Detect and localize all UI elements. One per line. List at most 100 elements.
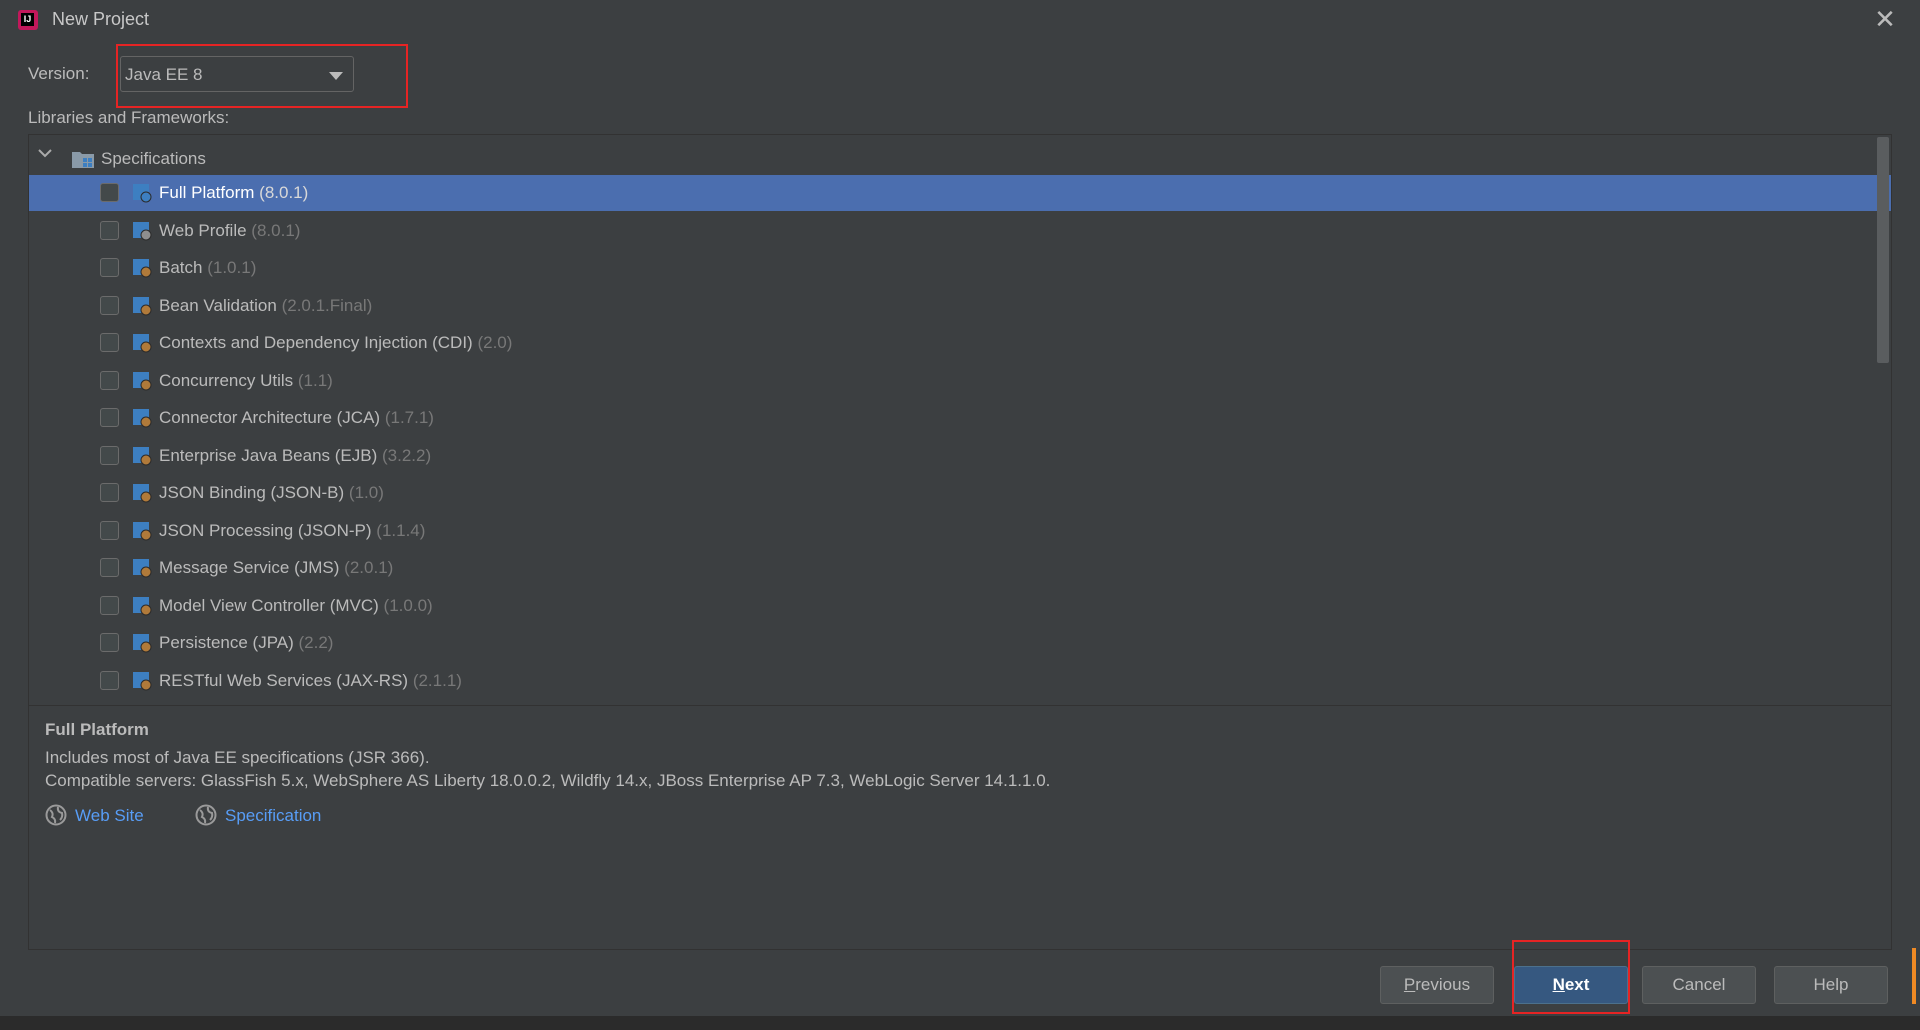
framework-version: (1.1): [297, 371, 333, 390]
framework-label: Connector Architecture (JCA) (1.7.1): [159, 408, 434, 428]
framework-name: JSON Binding (JSON-B): [159, 483, 345, 502]
previous-button[interactable]: Previous: [1380, 966, 1494, 1004]
previous-mnemonic: P: [1403, 975, 1416, 994]
framework-version: (2.0.1.Final): [281, 296, 373, 315]
description-panel: Full Platform Includes most of Java EE s…: [28, 706, 1892, 950]
close-icon[interactable]: ✕: [1870, 4, 1900, 34]
framework-checkbox[interactable]: [100, 521, 119, 540]
specification-icon: [133, 334, 152, 353]
specification-link-text[interactable]: Specification: [225, 806, 321, 826]
framework-label: Concurrency Utils (1.1): [159, 371, 333, 391]
description-title: Full Platform: [45, 720, 149, 739]
framework-label: Enterprise Java Beans (EJB) (3.2.2): [159, 446, 431, 466]
framework-name: Web Profile: [159, 221, 247, 240]
framework-row[interactable]: JSON Binding (JSON-B) (1.0): [29, 475, 1891, 511]
framework-name: JSON Processing (JSON-P): [159, 521, 372, 540]
framework-version: (2.2): [298, 633, 334, 652]
framework-version: (2.0): [477, 333, 513, 352]
framework-checkbox[interactable]: [100, 558, 119, 577]
framework-version: (1.7.1): [384, 408, 434, 427]
framework-label: Model View Controller (MVC) (1.0.0): [159, 596, 433, 616]
framework-name: Bean Validation: [159, 296, 277, 315]
framework-checkbox[interactable]: [100, 183, 119, 202]
specification-icon: [133, 259, 152, 278]
bottom-strip: [0, 1016, 1920, 1030]
framework-row[interactable]: Message Service (JMS) (2.0.1): [29, 550, 1891, 586]
description-line-2: Compatible servers: GlassFish 5.x, WebSp…: [45, 771, 1051, 790]
framework-checkbox[interactable]: [100, 221, 119, 240]
web-profile-icon: [133, 222, 152, 241]
framework-name: Persistence (JPA): [159, 633, 294, 652]
specifications-folder-icon: [72, 152, 94, 168]
globe-icon: [45, 804, 67, 826]
specification-icon: [133, 672, 152, 691]
framework-checkbox[interactable]: [100, 483, 119, 502]
framework-version: (3.2.2): [382, 446, 432, 465]
website-link-text[interactable]: Web Site: [75, 806, 144, 826]
tree-root-specifications[interactable]: Specifications: [29, 139, 1865, 173]
framework-name: RESTful Web Services (JAX-RS): [159, 671, 409, 690]
framework-checkbox[interactable]: [100, 596, 119, 615]
description-line-1: Includes most of Java EE specifications …: [45, 748, 430, 767]
framework-checkbox[interactable]: [100, 258, 119, 277]
specification-icon: [133, 559, 152, 578]
framework-checkbox[interactable]: [100, 371, 119, 390]
specification-icon: [133, 484, 152, 503]
specification-icon: [133, 597, 152, 616]
framework-row[interactable]: Connector Architecture (JCA) (1.7.1): [29, 400, 1891, 436]
framework-label: Full Platform (8.0.1): [159, 183, 308, 203]
framework-label: Batch (1.0.1): [159, 258, 256, 278]
specification-icon: [133, 522, 152, 541]
framework-checkbox[interactable]: [100, 633, 119, 652]
framework-row[interactable]: Full Platform (8.0.1): [29, 175, 1891, 211]
framework-row[interactable]: Bean Validation (2.0.1.Final): [29, 288, 1891, 324]
specification-icon: [133, 634, 152, 653]
framework-row[interactable]: Concurrency Utils (1.1): [29, 363, 1891, 399]
specification-icon: [133, 409, 152, 428]
framework-label: Bean Validation (2.0.1.Final): [159, 296, 372, 316]
version-highlight-box: [116, 44, 408, 108]
framework-checkbox[interactable]: [100, 408, 119, 427]
version-label: Version:: [28, 64, 90, 83]
framework-version: (1.0.0): [383, 596, 433, 615]
framework-checkbox[interactable]: [100, 446, 119, 465]
framework-checkbox[interactable]: [100, 296, 119, 315]
framework-checkbox[interactable]: [100, 671, 119, 690]
framework-name: Message Service (JMS): [159, 558, 340, 577]
framework-name: Model View Controller (MVC): [159, 596, 379, 615]
window-title: New Project: [52, 9, 150, 29]
specification-icon: [133, 184, 152, 203]
framework-version: (1.1.4): [376, 521, 426, 540]
framework-version: (1.0): [348, 483, 384, 502]
framework-name: Connector Architecture (JCA): [159, 408, 381, 427]
framework-version: (2.1.1): [412, 671, 462, 690]
specification-icon: [133, 372, 152, 391]
framework-row[interactable]: Enterprise Java Beans (EJB) (3.2.2): [29, 438, 1891, 474]
specification-icon: [133, 297, 152, 316]
tree-root-label: Specifications: [101, 149, 206, 168]
chevron-down-icon[interactable]: [37, 145, 53, 161]
tree-scrollbar[interactable]: [1877, 137, 1889, 363]
cancel-button[interactable]: Cancel: [1642, 966, 1756, 1004]
framework-checkbox[interactable]: [100, 333, 119, 352]
framework-row[interactable]: Persistence (JPA) (2.2): [29, 625, 1891, 661]
framework-name: Concurrency Utils: [159, 371, 294, 390]
framework-row[interactable]: Web Profile (8.0.1): [29, 213, 1891, 249]
framework-name: Contexts and Dependency Injection (CDI): [159, 333, 473, 352]
framework-name: Batch: [159, 258, 203, 277]
help-button[interactable]: Help: [1774, 966, 1888, 1004]
previous-label: revious: [1415, 975, 1471, 994]
framework-version: (2.0.1): [344, 558, 394, 577]
framework-label: Contexts and Dependency Injection (CDI) …: [159, 333, 512, 353]
intellij-logo-icon: [18, 10, 38, 30]
framework-version: (1.0.1): [207, 258, 257, 277]
framework-label: RESTful Web Services (JAX-RS) (2.1.1): [159, 671, 462, 691]
framework-row[interactable]: RESTful Web Services (JAX-RS) (2.1.1): [29, 663, 1891, 699]
framework-row[interactable]: Contexts and Dependency Injection (CDI) …: [29, 325, 1891, 361]
frameworks-tree[interactable]: Specifications Full Platform (8.0.1) Web …: [28, 134, 1892, 706]
framework-version: (8.0.1): [259, 183, 309, 202]
title-bar: New Project ✕: [0, 0, 1920, 40]
framework-row[interactable]: Batch (1.0.1): [29, 250, 1891, 286]
framework-row[interactable]: Model View Controller (MVC) (1.0.0): [29, 588, 1891, 624]
framework-row[interactable]: JSON Processing (JSON-P) (1.1.4): [29, 513, 1891, 549]
